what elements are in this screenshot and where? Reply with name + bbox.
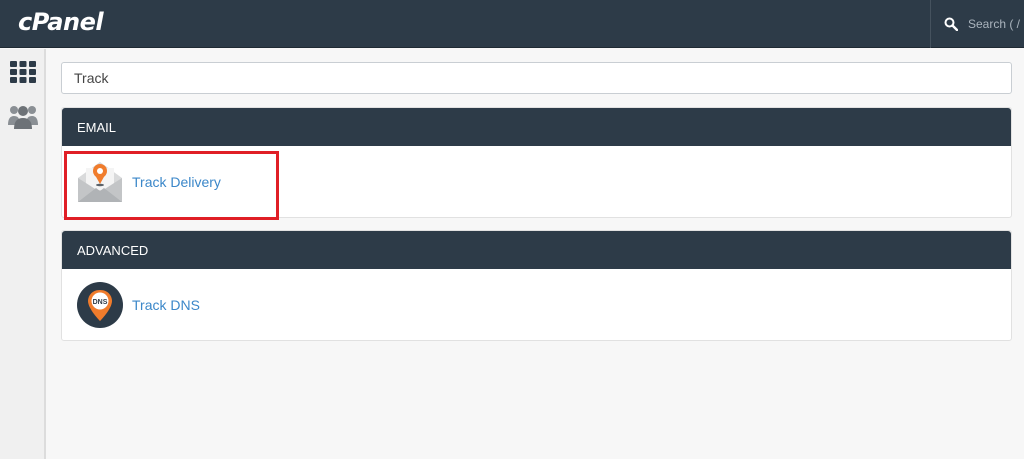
cpanel-logo[interactable]: cPanel	[18, 8, 104, 36]
section-advanced-body: DNS Track DNS	[62, 269, 1011, 340]
section-email-header: EMAIL	[62, 108, 1011, 146]
search-input-value: Track	[74, 70, 109, 86]
users-icon[interactable]	[8, 101, 38, 131]
section-advanced: ADVANCED DNS Track DNS	[61, 230, 1012, 341]
section-advanced-header: ADVANCED	[62, 231, 1011, 269]
track-dns-link[interactable]: Track DNS	[132, 297, 200, 313]
top-search[interactable]: Search ( /	[944, 0, 1024, 48]
search-icon	[944, 17, 958, 31]
grid-icon[interactable]	[8, 57, 38, 87]
dns-pin-icon: DNS	[77, 282, 123, 328]
search-input[interactable]: Track	[61, 62, 1012, 94]
top-bar-divider	[930, 0, 931, 48]
track-dns-item[interactable]: DNS Track DNS	[76, 281, 200, 329]
highlight-box	[64, 151, 279, 220]
dns-badge-text: DNS	[93, 299, 108, 306]
top-bar: cPanel Search ( /	[0, 0, 1024, 48]
sidebar	[0, 49, 46, 459]
top-search-placeholder: Search ( /	[968, 17, 1021, 31]
